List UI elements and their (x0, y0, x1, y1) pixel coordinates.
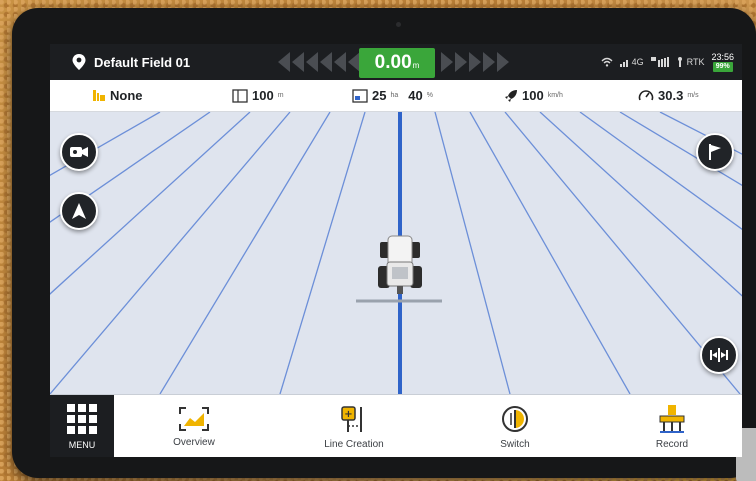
width-info: 100 m (232, 88, 284, 103)
implement-info[interactable]: None (92, 88, 143, 103)
wifi-icon (601, 57, 613, 67)
align-center-icon (710, 348, 728, 362)
cross-track-offset: 0.00m (359, 48, 435, 78)
switch-label: Switch (500, 438, 530, 450)
camera-icon (70, 147, 88, 157)
chevron-right-icon (483, 52, 495, 72)
offset-left-indicator (278, 52, 360, 72)
line-creation-icon: + (341, 405, 362, 432)
speed-info: 100 km/h (504, 88, 563, 103)
camera-lens (396, 22, 401, 27)
bottom-toolbar: MENU Overview + Line Creation Switch Rec… (50, 394, 742, 457)
area-percent-unit: % (426, 92, 433, 99)
chevron-left-icon (278, 52, 290, 72)
gauge-value: 30.3 (658, 88, 684, 103)
speed-value: 100 (522, 88, 544, 103)
overview-button[interactable]: Overview (154, 395, 234, 457)
navigation-button[interactable] (60, 192, 98, 230)
grid-icon (67, 403, 97, 434)
width-unit: m (277, 92, 284, 99)
overview-icon (179, 406, 209, 431)
chevron-right-icon (497, 52, 509, 72)
overview-label: Overview (173, 436, 215, 448)
area-unit: ha (390, 92, 399, 99)
align-button[interactable] (700, 336, 738, 374)
system-status: 4G RTK 23:56 99% (601, 52, 734, 72)
clock: 23:56 (711, 52, 734, 62)
record-button[interactable]: Record (637, 395, 707, 457)
offset-value: 0.00 (374, 52, 412, 73)
offset-right-indicator (441, 52, 509, 72)
area-icon (352, 88, 368, 103)
time-battery: 23:56 99% (711, 52, 734, 72)
tractor-icon (378, 235, 422, 294)
positioning-mode: RTK (686, 57, 705, 67)
rtk-status: RTK (676, 57, 705, 67)
menu-button[interactable]: MENU (50, 395, 114, 457)
record-label: Record (655, 438, 689, 450)
field-selector[interactable]: Default Field 01 (72, 54, 190, 70)
menu-label: MENU (68, 439, 96, 450)
rocket-icon (505, 89, 517, 102)
network-type: 4G (631, 57, 644, 67)
gauge-info: 30.3 m/s (638, 88, 699, 103)
chevron-left-icon (320, 52, 332, 72)
chevron-left-icon (334, 52, 346, 72)
chevron-right-icon (469, 52, 481, 72)
field-name-label: Default Field 01 (94, 54, 191, 70)
location-pin-icon (72, 54, 86, 70)
line-creation-button[interactable]: + Line Creation (309, 395, 399, 457)
battery-badge: 99% (712, 62, 733, 72)
navigation-arrow-icon (72, 203, 86, 219)
display-screen: Default Field 01 0.00m 4G RTK 23:56 99% … (50, 44, 742, 457)
chevron-right-icon (455, 52, 467, 72)
switch-icon (502, 405, 528, 432)
guidance-map[interactable] (50, 112, 742, 394)
chevron-right-icon (441, 52, 453, 72)
record-icon (659, 404, 685, 433)
line-creation-label: Line Creation (324, 438, 384, 450)
parallel-line (469, 112, 631, 394)
offset-unit: m (412, 61, 420, 70)
info-bar: None 100 m 25 ha 40 % 100 km/h 30.3 m/s (50, 80, 742, 112)
width-value: 100 (252, 88, 274, 103)
tablet-device: Default Field 01 0.00m 4G RTK 23:56 99% … (12, 8, 756, 481)
flag-icon (709, 144, 721, 160)
svg-text:+: + (344, 409, 352, 420)
flag-button[interactable] (696, 133, 734, 171)
signal-bars-icon (619, 59, 628, 67)
parallel-line (279, 112, 366, 394)
chevron-left-icon (306, 52, 318, 72)
status-bar: Default Field 01 0.00m 4G RTK 23:56 99% (50, 44, 742, 80)
area-percent-value: 40 (408, 88, 423, 103)
antenna-icon (677, 57, 682, 67)
satellite-signal-icon (650, 57, 669, 67)
parallel-line (434, 112, 511, 394)
speedometer-icon (638, 90, 654, 101)
implement-icon (93, 90, 105, 101)
speed-unit: km/h (547, 92, 563, 99)
cellular-status: 4G (619, 57, 644, 67)
guidance-lines (50, 112, 742, 394)
implement-name: None (110, 88, 143, 103)
area-info: 25 ha 40 % (352, 88, 433, 103)
parallel-line (159, 112, 331, 394)
implement-width-icon (232, 88, 248, 103)
camera-button[interactable] (60, 133, 98, 171)
switch-button[interactable]: Switch (480, 395, 550, 457)
area-value: 25 (372, 88, 387, 103)
chevron-left-icon (292, 52, 304, 72)
gauge-unit: m/s (687, 92, 699, 99)
